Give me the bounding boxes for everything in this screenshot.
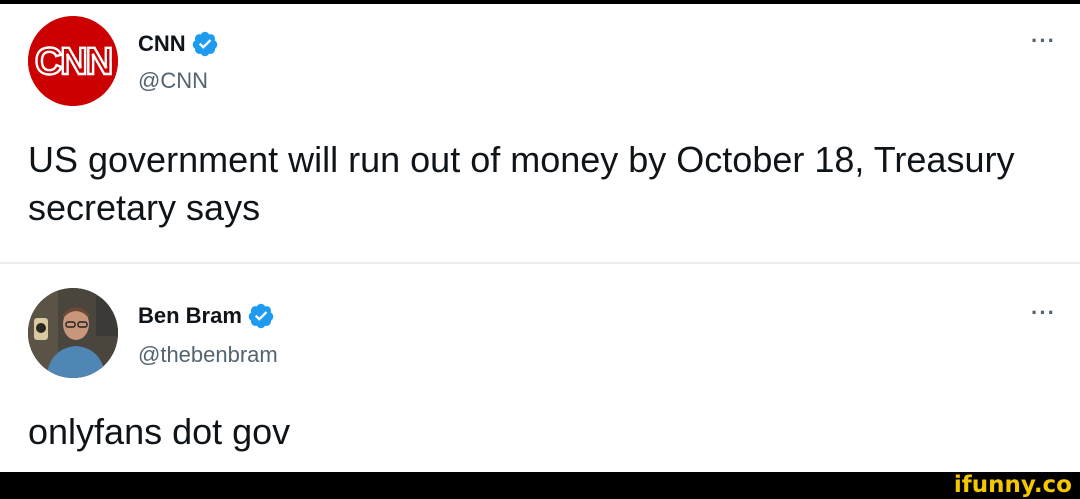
cnn-avatar[interactable]: CNN xyxy=(28,16,118,106)
verified-badge-icon xyxy=(248,303,274,329)
profile-photo xyxy=(28,288,118,378)
tweet-text: onlyfans dot gov xyxy=(28,411,291,452)
tweet-cnn[interactable]: CNN CNN @CNN ··· US government will run … xyxy=(0,4,1080,262)
author-handle[interactable]: @CNN xyxy=(138,68,208,94)
author-handle[interactable]: @thebenbram xyxy=(138,342,278,368)
cnn-logo-icon: CNN xyxy=(28,16,118,106)
divider xyxy=(0,262,1080,264)
more-options-icon[interactable]: ··· xyxy=(1031,28,1056,54)
cnn-logo-text: CNN xyxy=(35,41,111,83)
author-name-row: CNN xyxy=(138,30,219,58)
ben-bram-avatar[interactable] xyxy=(28,288,118,378)
tweet-text: US government will run out of money by O… xyxy=(28,139,1015,228)
more-options-icon[interactable]: ··· xyxy=(1031,300,1056,326)
author-name-row: Ben Bram xyxy=(138,302,275,330)
watermark-bar: ifunny.co xyxy=(0,472,1080,499)
author-name[interactable]: Ben Bram xyxy=(138,303,242,329)
tweet-thread-card: CNN CNN @CNN ··· US government will run … xyxy=(0,4,1080,472)
author-name[interactable]: CNN xyxy=(138,31,186,57)
tweet-ben-bram[interactable]: Ben Bram @thebenbram ··· onlyfans dot go… xyxy=(0,266,1080,472)
verified-badge-icon xyxy=(192,31,217,57)
ifunny-watermark: ifunny.co xyxy=(953,472,1072,498)
